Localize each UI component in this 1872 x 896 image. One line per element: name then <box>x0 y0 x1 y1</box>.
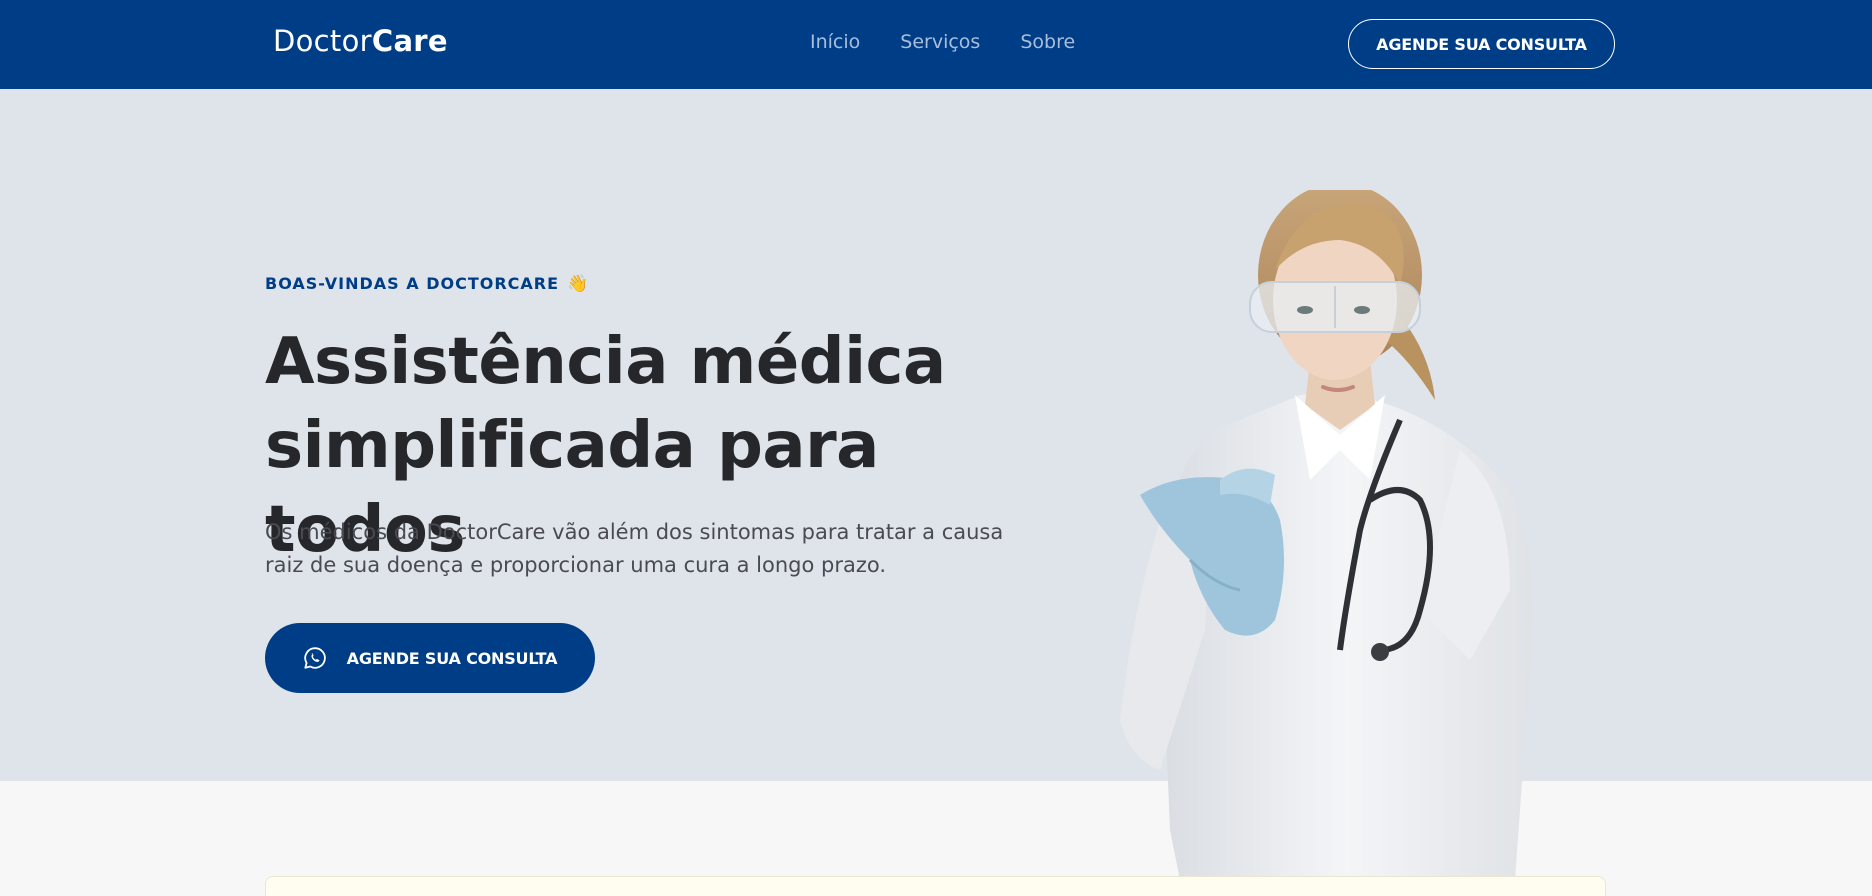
top-navbar: Doctor Care Início Serviços Sobre AGENDE … <box>0 0 1872 89</box>
hero-description-line-1: Os médicos da DoctorCare vão além dos si… <box>265 520 1004 544</box>
logo-regular-text: Doctor <box>273 24 372 58</box>
content-card-preview <box>265 876 1606 896</box>
hero-headline-line-1: Assistência médica <box>265 325 946 399</box>
nav-link-servicos[interactable]: Serviços <box>900 28 980 56</box>
whatsapp-icon <box>304 647 326 669</box>
hero-schedule-button[interactable]: AGENDE SUA CONSULTA <box>265 623 595 693</box>
nav-schedule-button[interactable]: AGENDE SUA CONSULTA <box>1348 19 1615 69</box>
hero-schedule-button-label: AGENDE SUA CONSULTA <box>346 648 558 668</box>
hero-description-line-2: raiz de sua doença e proporcionar uma cu… <box>265 553 887 577</box>
nav-link-sobre[interactable]: Sobre <box>1020 28 1075 56</box>
logo-bold-text: Care <box>371 24 448 58</box>
main-menu: Início Serviços Sobre <box>810 28 1075 56</box>
waving-hand-icon: 👋 <box>567 274 590 294</box>
logo[interactable]: Doctor Care <box>273 22 448 60</box>
hero-eyebrow: BOAS-VINDAS A DOCTORCARE 👋 <box>265 273 589 295</box>
hero-description: Os médicos da DoctorCare vão além dos si… <box>265 516 1025 582</box>
hero-eyebrow-text: BOAS-VINDAS A DOCTORCARE <box>265 274 560 293</box>
doctor-photo <box>1120 190 1533 880</box>
nav-link-inicio[interactable]: Início <box>810 28 860 56</box>
